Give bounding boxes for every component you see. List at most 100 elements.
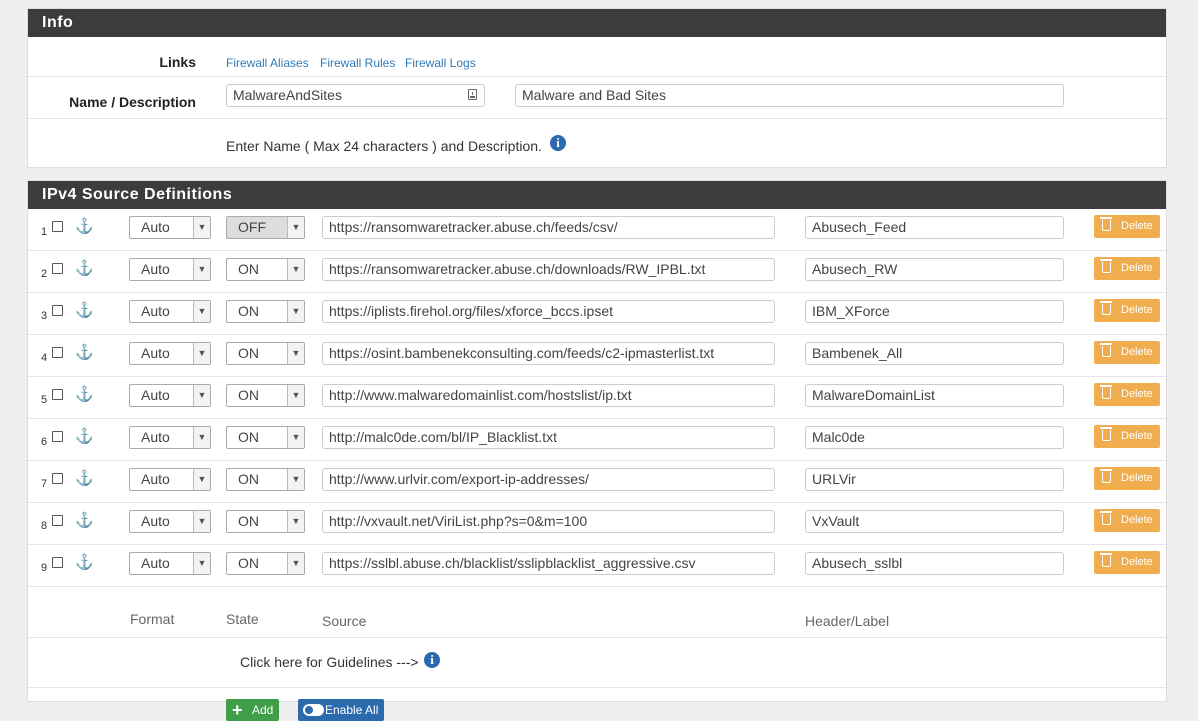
format-select[interactable]: Auto ▼	[129, 552, 211, 575]
row-number: 7	[41, 478, 48, 490]
name-input[interactable]: MalwareAndSites	[226, 84, 485, 107]
format-select[interactable]: Auto ▼	[129, 342, 211, 365]
source-url-input[interactable]: http://www.urlvir.com/export-ip-addresse…	[322, 468, 775, 491]
delete-button[interactable]: Delete	[1094, 383, 1160, 406]
header-label-value: Abusech_RW	[812, 261, 898, 277]
format-select[interactable]: Auto ▼	[129, 258, 211, 281]
source-url-input[interactable]: https://sslbl.abuse.ch/blacklist/sslipbl…	[322, 552, 775, 575]
keyboard-icon	[468, 89, 477, 100]
chevron-down-icon: ▼	[287, 553, 304, 574]
source-url-input[interactable]: http://malc0de.com/bl/IP_Blacklist.txt	[322, 426, 775, 449]
row-checkbox[interactable]	[52, 431, 63, 442]
row-checkbox[interactable]	[52, 557, 63, 568]
header-label-input[interactable]: IBM_XForce	[805, 300, 1064, 323]
delete-button[interactable]: Delete	[1094, 551, 1160, 574]
anchor-icon[interactable]: ⚓	[75, 511, 94, 529]
anchor-icon[interactable]: ⚓	[75, 217, 94, 235]
state-select[interactable]: ON ▼	[226, 342, 305, 365]
row-checkbox[interactable]	[52, 389, 63, 400]
header-label-value: URLVir	[812, 471, 856, 487]
add-button-label: Add	[252, 703, 274, 717]
header-label-input[interactable]: Abusech_RW	[805, 258, 1064, 281]
format-select[interactable]: Auto ▼	[129, 300, 211, 323]
trash-icon	[1100, 259, 1112, 273]
delete-button[interactable]: Delete	[1094, 299, 1160, 322]
delete-label: Delete	[1121, 514, 1153, 526]
firewall-rules-link[interactable]: Firewall Rules	[320, 56, 395, 70]
header-label-input[interactable]: URLVir	[805, 468, 1064, 491]
state-value: ON	[238, 555, 259, 571]
header-label-input[interactable]: VxVault	[805, 510, 1064, 533]
header-label-input[interactable]: Abusech_sslbl	[805, 552, 1064, 575]
chevron-down-icon: ▼	[287, 343, 304, 364]
row-checkbox[interactable]	[52, 221, 63, 232]
anchor-icon[interactable]: ⚓	[75, 385, 94, 403]
state-select[interactable]: ON ▼	[226, 468, 305, 491]
source-url-input[interactable]: http://www.malwaredomainlist.com/hostsli…	[322, 384, 775, 407]
anchor-icon[interactable]: ⚓	[75, 301, 94, 319]
delete-button[interactable]: Delete	[1094, 425, 1160, 448]
header-label-input[interactable]: Malc0de	[805, 426, 1064, 449]
description-input[interactable]: Malware and Bad Sites	[515, 84, 1064, 107]
header-label-value: IBM_XForce	[812, 303, 890, 319]
source-row: 4 ⚓ Auto ▼ ON ▼ https://osint.bambenekconsulti…	[28, 335, 1166, 377]
anchor-icon[interactable]: ⚓	[75, 553, 94, 571]
state-select[interactable]: ON ▼	[226, 426, 305, 449]
anchor-icon[interactable]: ⚓	[75, 343, 94, 361]
source-url-input[interactable]: https://ransomwaretracker.abuse.ch/downl…	[322, 258, 775, 281]
row-checkbox[interactable]	[52, 515, 63, 526]
firewall-logs-link[interactable]: Firewall Logs	[405, 56, 476, 70]
state-select[interactable]: ON ▼	[226, 384, 305, 407]
info-icon[interactable]: i	[550, 135, 566, 151]
column-footer	[28, 607, 1166, 638]
anchor-icon[interactable]: ⚓	[75, 427, 94, 445]
help-row: Enter Name ( Max 24 characters ) and Des…	[28, 119, 1166, 167]
delete-button[interactable]: Delete	[1094, 467, 1160, 490]
delete-button[interactable]: Delete	[1094, 509, 1160, 532]
state-select[interactable]: ON ▼	[226, 300, 305, 323]
firewall-aliases-link[interactable]: Firewall Aliases	[226, 56, 309, 70]
format-select[interactable]: Auto ▼	[129, 468, 211, 491]
delete-label: Delete	[1121, 346, 1153, 358]
row-number: 2	[41, 268, 48, 280]
row-checkbox[interactable]	[52, 473, 63, 484]
chevron-down-icon: ▼	[287, 511, 304, 532]
name-help-text: Enter Name ( Max 24 characters ) and Des…	[226, 138, 542, 154]
source-url-input[interactable]: https://ransomwaretracker.abuse.ch/feeds…	[322, 216, 775, 239]
name-row: Name / Description MalwareAndSites Malwa…	[28, 77, 1166, 119]
source-url-input[interactable]: https://iplists.firehol.org/files/xforce…	[322, 300, 775, 323]
state-select[interactable]: ON ▼	[226, 258, 305, 281]
row-checkbox[interactable]	[52, 305, 63, 316]
format-select[interactable]: Auto ▼	[129, 216, 211, 239]
chevron-down-icon: ▼	[193, 385, 210, 406]
header-label-input[interactable]: Abusech_Feed	[805, 216, 1064, 239]
state-select[interactable]: ON ▼	[226, 510, 305, 533]
format-select[interactable]: Auto ▼	[129, 426, 211, 449]
chevron-down-icon: ▼	[287, 427, 304, 448]
guidelines-info-icon[interactable]: i	[424, 652, 440, 668]
enable-all-button[interactable]: Enable All	[298, 699, 384, 721]
anchor-icon[interactable]: ⚓	[75, 259, 94, 277]
guidelines-row: Click here for Guidelines ---> i	[28, 637, 1166, 688]
header-label-input[interactable]: MalwareDomainList	[805, 384, 1064, 407]
delete-button[interactable]: Delete	[1094, 215, 1160, 238]
anchor-icon[interactable]: ⚓	[75, 469, 94, 487]
state-select[interactable]: OFF ▼	[226, 216, 305, 239]
format-select[interactable]: Auto ▼	[129, 384, 211, 407]
state-select[interactable]: ON ▼	[226, 552, 305, 575]
add-button[interactable]: + Add	[226, 699, 279, 721]
delete-button[interactable]: Delete	[1094, 341, 1160, 364]
format-value: Auto	[141, 261, 170, 277]
delete-button[interactable]: Delete	[1094, 257, 1160, 280]
format-value: Auto	[141, 471, 170, 487]
source-url-input[interactable]: https://osint.bambenekconsulting.com/fee…	[322, 342, 775, 365]
info-panel: Info Links Firewall Aliases Firewall Rul…	[27, 8, 1167, 168]
header-label-value: VxVault	[812, 513, 860, 529]
source-row: 1 ⚓ Auto ▼ OFF ▼ https://ransomwaretracker.abu…	[28, 209, 1166, 251]
header-label-input[interactable]: Bambenek_All	[805, 342, 1064, 365]
format-value: Auto	[141, 303, 170, 319]
row-checkbox[interactable]	[52, 263, 63, 274]
format-select[interactable]: Auto ▼	[129, 510, 211, 533]
row-checkbox[interactable]	[52, 347, 63, 358]
source-url-input[interactable]: http://vxvault.net/ViriList.php?s=0&m=10…	[322, 510, 775, 533]
